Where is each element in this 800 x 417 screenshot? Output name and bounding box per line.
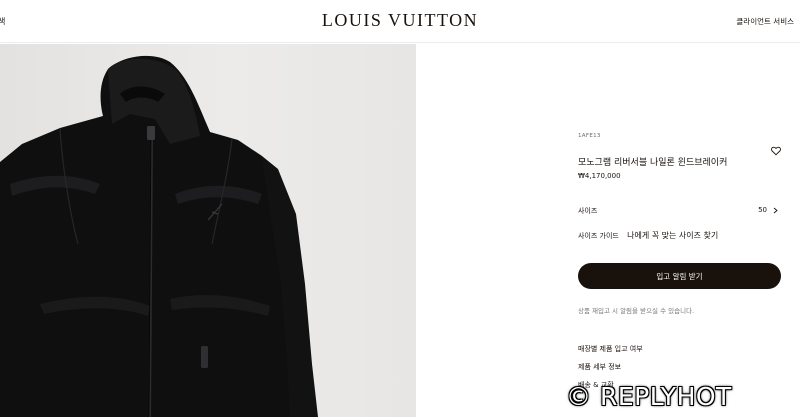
restock-note: 상품 재입고 시 알림을 받으실 수 있습니다. — [578, 307, 695, 315]
product-sku: 1AFE13 — [578, 133, 601, 139]
notify-restock-button[interactable]: 입고 알림 받기 — [578, 263, 781, 289]
size-guide-label[interactable]: 사이즈 가이드 — [578, 232, 619, 240]
find-size-link[interactable]: 나에게 꼭 맞는 사이즈 찾기 — [627, 231, 718, 240]
store-availability-link[interactable]: 매장별 제품 입고 여부 — [578, 344, 643, 354]
product-price: ₩4,170,000 — [578, 172, 621, 180]
heart-icon[interactable] — [771, 146, 781, 156]
product-image[interactable] — [0, 44, 416, 417]
windbreaker-illustration — [0, 55, 318, 417]
product-title: 모노그램 리버서블 나일론 윈드브레이커 — [578, 158, 728, 168]
client-service-link[interactable]: 클라이언트 서비스 — [736, 16, 794, 27]
brand-logo[interactable]: LOUIS VUITTON — [0, 10, 800, 31]
size-label: 사이즈 — [578, 207, 598, 215]
product-details-link[interactable]: 제품 세부 정보 — [578, 362, 621, 372]
size-guide: 사이즈 가이드 나에게 꼭 맞는 사이즈 찾기 — [578, 230, 718, 241]
size-selector[interactable]: 사이즈 50 — [578, 206, 783, 220]
watermark: © REPLYHOT — [566, 382, 732, 411]
size-value: 50 — [758, 206, 767, 214]
chevron-right-icon — [773, 207, 778, 214]
site-header: 색 LOUIS VUITTON 클라이언트 서비스 — [0, 0, 800, 43]
